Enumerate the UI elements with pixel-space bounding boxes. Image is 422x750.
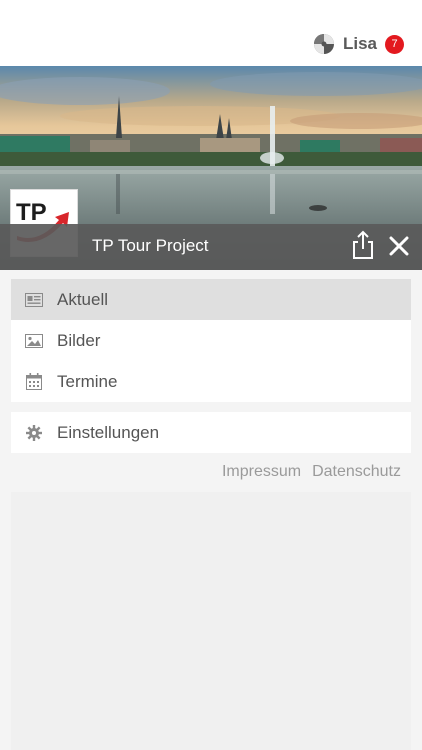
menu-item-einstellungen[interactable]: Einstellungen: [11, 412, 411, 453]
pinwheel-logo-icon: [313, 34, 334, 54]
hero-title-bar: TP Tour Project: [0, 224, 422, 270]
calendar-icon: [25, 373, 43, 391]
main-menu: Aktuell Bilder Termine: [11, 279, 411, 402]
datenschutz-link[interactable]: Datenschutz: [312, 463, 401, 481]
user-name: Lisa: [342, 34, 377, 53]
settings-menu: Einstellungen: [11, 412, 411, 453]
menu-item-termine[interactable]: Termine: [11, 361, 411, 402]
project-title: TP Tour Project: [92, 236, 209, 255]
image-icon: [25, 332, 43, 350]
content-area: [11, 492, 411, 750]
notification-badge: 7: [385, 34, 404, 54]
menu-item-bilder[interactable]: Bilder: [11, 320, 411, 361]
menu-item-label: Aktuell: [57, 289, 109, 309]
user-info[interactable]: Lisa 7: [313, 31, 404, 57]
impressum-link[interactable]: Impressum: [222, 463, 301, 481]
menu-item-aktuell[interactable]: Aktuell: [11, 279, 411, 320]
share-icon[interactable]: [350, 230, 376, 260]
svg-text:TP: TP: [16, 199, 47, 226]
close-icon[interactable]: [388, 235, 410, 257]
footer-links: Impressum Datenschutz: [222, 463, 401, 481]
menu-item-label: Bilder: [57, 330, 101, 350]
menu-item-label: Termine: [57, 371, 118, 391]
gear-icon: [25, 424, 43, 442]
newspaper-icon: [25, 291, 43, 309]
top-bar: Lisa 7: [0, 0, 422, 66]
menu-item-label: Einstellungen: [57, 422, 160, 442]
